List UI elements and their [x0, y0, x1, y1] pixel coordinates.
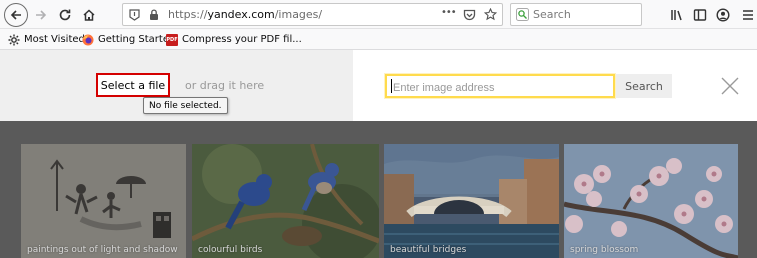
home-button[interactable]: [78, 4, 100, 26]
tile-caption: colourful birds: [198, 245, 263, 255]
account-icon: [716, 8, 730, 22]
file-tooltip: No file selected.: [143, 97, 228, 114]
page-info-icon[interactable]: [129, 9, 140, 21]
library-button[interactable]: [666, 4, 688, 26]
bookmark-most-visited[interactable]: Most Visited: [8, 31, 85, 48]
menu-button[interactable]: [741, 4, 755, 26]
lock-icon[interactable]: [149, 9, 159, 21]
back-button[interactable]: [4, 3, 28, 27]
bookmark-compress-pdf[interactable]: PDF Compress your PDF fil...: [166, 31, 302, 48]
pocket-icon[interactable]: [463, 9, 476, 21]
gallery-tile[interactable]: beautiful bridges: [384, 144, 559, 258]
pdf-icon: PDF: [166, 33, 178, 46]
birds-image: [192, 144, 379, 258]
drag-hint: or drag it here: [185, 79, 265, 92]
bridge-image: [384, 144, 559, 258]
browser-toolbar: https://yandex.com/images/ ••• Search: [0, 0, 757, 29]
reload-icon: [59, 9, 71, 21]
hamburger-menu-icon: [743, 10, 753, 20]
tile-caption: beautiful bridges: [390, 245, 467, 255]
home-icon: [83, 9, 95, 21]
search-placeholder: Search: [533, 8, 571, 21]
gallery-tile[interactable]: paintings out of light and shadow: [21, 144, 186, 258]
forward-arrow-icon: [36, 10, 47, 20]
bookmark-star-icon[interactable]: [484, 8, 497, 21]
close-button[interactable]: [720, 76, 740, 96]
gear-icon: [8, 34, 20, 45]
close-icon: [721, 77, 739, 95]
bookmark-label: Compress your PDF fil...: [182, 34, 302, 45]
image-address-input[interactable]: [387, 78, 613, 98]
sidebar-button[interactable]: [689, 4, 711, 26]
page-actions-button[interactable]: •••: [441, 7, 457, 18]
select-file-button[interactable]: Select a file: [96, 73, 170, 97]
bookmark-label: Most Visited: [24, 34, 85, 45]
library-icon: [671, 10, 682, 21]
bookmark-label: Getting Started: [98, 34, 176, 45]
firefox-icon: [82, 34, 94, 45]
search-button[interactable]: Search: [616, 74, 672, 98]
bookmarks-bar: Most Visited Getting Started PDF Compres…: [0, 29, 757, 50]
forward-button[interactable]: [30, 4, 52, 26]
text-caret: [391, 79, 392, 93]
blossom-image: [564, 144, 738, 258]
url-text: https://yandex.com/images/: [168, 8, 322, 21]
url-bar[interactable]: https://yandex.com/images/ •••: [122, 3, 503, 26]
search-engine-icon: [516, 8, 529, 21]
reload-button[interactable]: [54, 4, 76, 26]
gallery-tile[interactable]: spring blossom: [564, 144, 738, 258]
sidebar-icon: [693, 9, 707, 21]
url-prefix: https://: [168, 8, 208, 21]
gallery-tile[interactable]: colourful birds: [192, 144, 379, 258]
account-button[interactable]: [712, 4, 734, 26]
image-address-field[interactable]: [385, 74, 615, 98]
url-path: /images/: [274, 8, 323, 21]
url-host: yandex.com: [207, 8, 275, 21]
bookmark-getting-started[interactable]: Getting Started: [82, 31, 175, 48]
tile-caption: spring blossom: [570, 245, 639, 255]
back-arrow-icon: [10, 10, 21, 20]
browser-search-bar[interactable]: Search: [510, 3, 642, 26]
tile-caption: paintings out of light and shadow: [27, 245, 178, 255]
shadow-painting-image: [21, 144, 186, 258]
